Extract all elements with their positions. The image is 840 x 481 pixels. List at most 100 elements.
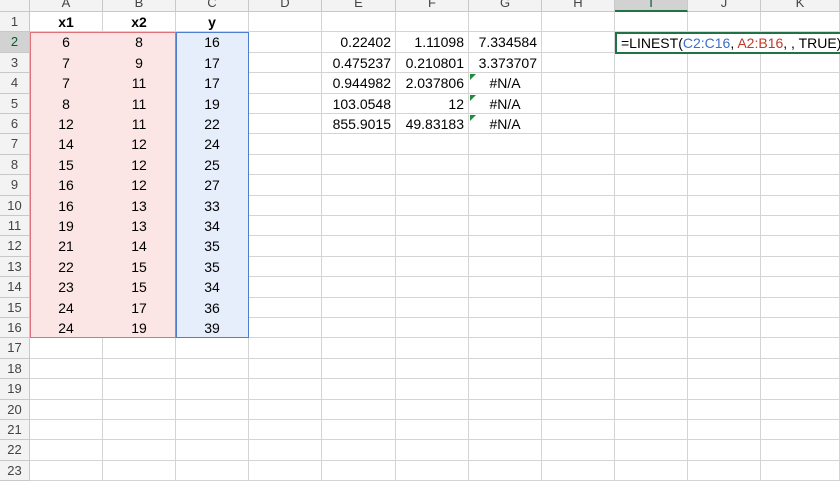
grid-cell[interactable] bbox=[322, 358, 396, 380]
error-cell[interactable]: #N/A bbox=[469, 73, 542, 93]
column-header-h[interactable]: H bbox=[542, 0, 615, 12]
grid-cell[interactable] bbox=[761, 12, 840, 33]
grid-cell[interactable] bbox=[688, 460, 761, 481]
grid-cell[interactable] bbox=[688, 134, 761, 155]
grid-cell[interactable] bbox=[396, 216, 469, 237]
data-cell-a[interactable]: 24 bbox=[30, 318, 103, 338]
data-cell-c[interactable]: 22 bbox=[176, 114, 249, 134]
output-cell[interactable]: 1.11098 bbox=[396, 32, 469, 52]
grid-cell[interactable] bbox=[469, 379, 542, 400]
grid-cell[interactable] bbox=[249, 318, 322, 339]
select-all-corner[interactable] bbox=[0, 0, 30, 12]
grid-cell[interactable] bbox=[396, 338, 469, 359]
output-cell[interactable]: 7.334584 bbox=[469, 32, 542, 52]
grid-cell[interactable] bbox=[615, 154, 688, 176]
row-header-11[interactable]: 11 bbox=[0, 216, 30, 237]
grid-cell[interactable] bbox=[688, 358, 761, 380]
grid-cell[interactable] bbox=[249, 134, 322, 155]
error-indicator-icon[interactable] bbox=[470, 94, 476, 101]
grid-cell[interactable] bbox=[615, 399, 688, 420]
header-x1[interactable]: x1 bbox=[30, 12, 103, 32]
grid-cell[interactable] bbox=[469, 440, 542, 461]
grid-cell[interactable] bbox=[688, 114, 761, 135]
grid-cell[interactable] bbox=[176, 460, 249, 481]
data-cell-a[interactable]: 12 bbox=[30, 114, 103, 134]
grid-cell[interactable] bbox=[469, 460, 542, 481]
data-cell-b[interactable]: 11 bbox=[103, 73, 176, 93]
grid-cell[interactable] bbox=[688, 297, 761, 318]
output-cell[interactable]: 49.83183 bbox=[396, 114, 469, 134]
grid-cell[interactable] bbox=[30, 440, 103, 461]
data-cell-c[interactable]: 39 bbox=[176, 318, 249, 338]
grid-cell[interactable] bbox=[542, 440, 615, 461]
grid-cell[interactable] bbox=[322, 399, 396, 420]
column-header-a[interactable]: A bbox=[30, 0, 103, 12]
data-cell-b[interactable]: 19 bbox=[103, 318, 176, 338]
data-cell-b[interactable]: 8 bbox=[103, 32, 176, 52]
data-cell-b[interactable]: 12 bbox=[103, 134, 176, 154]
spreadsheet-grid[interactable]: A B C D E F G H I J K 1 2 3 4 5 6 7 8 9 10 11 12 13 14 15 16 17 18 19… bbox=[0, 0, 840, 481]
grid-cell[interactable] bbox=[688, 420, 761, 441]
grid-cell[interactable] bbox=[396, 256, 469, 278]
output-cell[interactable]: 103.0548 bbox=[322, 94, 396, 114]
grid-cell[interactable] bbox=[322, 12, 396, 33]
grid-cell[interactable] bbox=[761, 399, 840, 420]
grid-cell[interactable] bbox=[322, 277, 396, 298]
grid-cell[interactable] bbox=[249, 216, 322, 237]
grid-cell[interactable] bbox=[469, 216, 542, 237]
grid-cell[interactable] bbox=[542, 175, 615, 196]
column-header-g[interactable]: G bbox=[469, 0, 542, 12]
grid-cell[interactable] bbox=[469, 256, 542, 278]
grid-cell[interactable] bbox=[615, 318, 688, 339]
grid-cell[interactable] bbox=[396, 358, 469, 380]
grid-cell[interactable] bbox=[103, 420, 176, 441]
grid-cell[interactable] bbox=[396, 236, 469, 257]
row-header-17[interactable]: 17 bbox=[0, 338, 30, 359]
data-cell-b[interactable]: 17 bbox=[103, 298, 176, 318]
grid-cell[interactable] bbox=[469, 318, 542, 339]
row-header-6[interactable]: 6 bbox=[0, 114, 30, 135]
grid-cell[interactable] bbox=[542, 358, 615, 380]
grid-cell[interactable] bbox=[103, 338, 176, 359]
data-cell-a[interactable]: 8 bbox=[30, 94, 103, 114]
grid-cell[interactable] bbox=[688, 338, 761, 359]
grid-cell[interactable] bbox=[688, 440, 761, 461]
grid-cell[interactable] bbox=[615, 420, 688, 441]
output-cell[interactable]: 0.210801 bbox=[396, 53, 469, 73]
row-header-4[interactable]: 4 bbox=[0, 73, 30, 94]
grid-cell[interactable] bbox=[542, 134, 615, 155]
grid-cell[interactable] bbox=[322, 175, 396, 196]
data-cell-b[interactable]: 12 bbox=[103, 155, 176, 175]
grid-cell[interactable] bbox=[761, 154, 840, 176]
grid-cell[interactable] bbox=[249, 12, 322, 33]
row-header-10[interactable]: 10 bbox=[0, 195, 30, 216]
grid-cell[interactable] bbox=[542, 338, 615, 359]
row-header-2[interactable]: 2 bbox=[0, 32, 30, 53]
grid-cell[interactable] bbox=[396, 399, 469, 420]
grid-cell[interactable] bbox=[249, 93, 322, 114]
grid-cell[interactable] bbox=[469, 297, 542, 318]
error-indicator-icon[interactable] bbox=[470, 115, 476, 121]
row-header-14[interactable]: 14 bbox=[0, 277, 30, 298]
grid-cell[interactable] bbox=[615, 216, 688, 237]
grid-cell[interactable] bbox=[396, 134, 469, 155]
grid-cell[interactable] bbox=[396, 12, 469, 33]
grid-cell[interactable] bbox=[542, 236, 615, 257]
data-cell-c[interactable]: 24 bbox=[176, 134, 249, 154]
grid-cell[interactable] bbox=[615, 114, 688, 135]
data-cell-c[interactable]: 19 bbox=[176, 94, 249, 114]
grid-cell[interactable] bbox=[761, 175, 840, 196]
grid-cell[interactable] bbox=[103, 379, 176, 400]
column-header-j[interactable]: J bbox=[688, 0, 761, 12]
grid-cell[interactable] bbox=[761, 52, 840, 74]
grid-cell[interactable] bbox=[761, 379, 840, 400]
data-cell-a[interactable]: 14 bbox=[30, 134, 103, 154]
grid-cell[interactable] bbox=[396, 420, 469, 441]
column-header-k[interactable]: K bbox=[761, 0, 840, 12]
row-header-16[interactable]: 16 bbox=[0, 318, 30, 339]
grid-cell[interactable] bbox=[249, 32, 322, 53]
grid-cell[interactable] bbox=[542, 73, 615, 94]
grid-cell[interactable] bbox=[176, 420, 249, 441]
grid-cell[interactable] bbox=[176, 379, 249, 400]
formula-edit-cell[interactable]: =LINEST(C2:C16, A2:B16, , TRUE) bbox=[615, 32, 840, 54]
